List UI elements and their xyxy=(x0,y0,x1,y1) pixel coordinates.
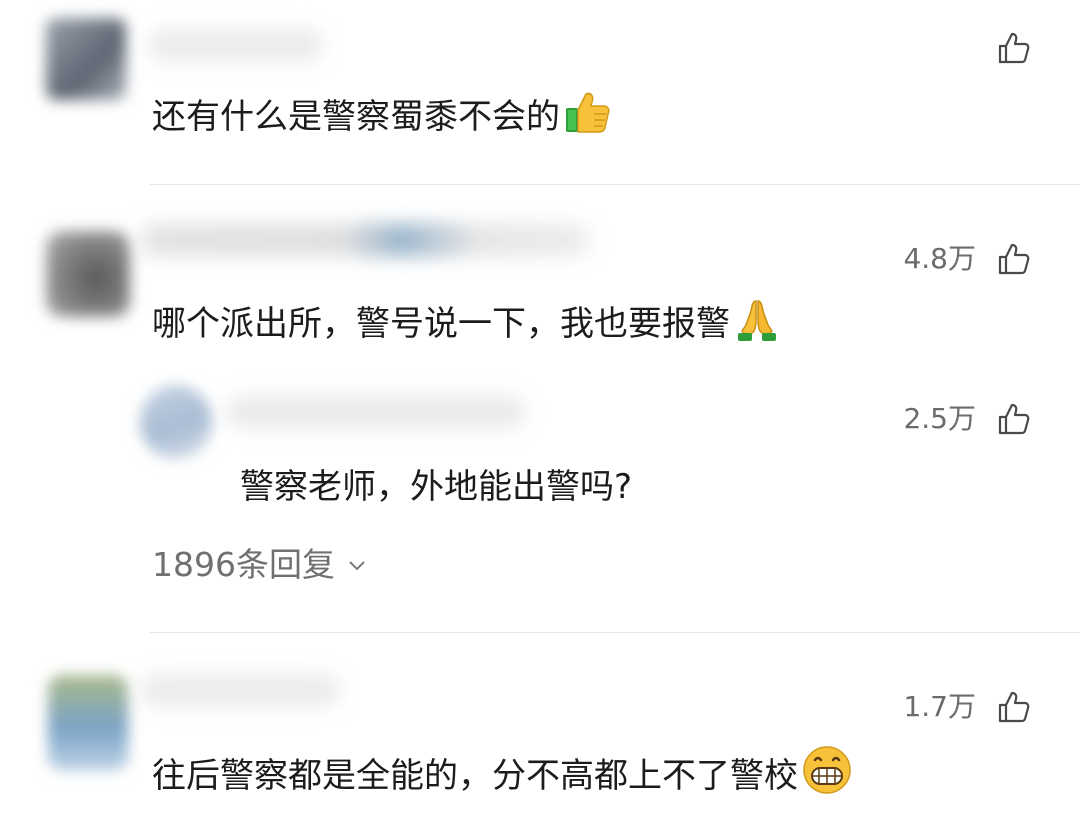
view-replies-button[interactable]: 1896条回复 xyxy=(152,545,369,585)
like-area[interactable]: 4.8万 xyxy=(903,241,1032,277)
thumbs-up-icon[interactable] xyxy=(996,401,1032,437)
like-count: 2.5万 xyxy=(903,402,976,435)
thumbs-up-icon[interactable] xyxy=(996,30,1032,66)
grinning-face-emoji xyxy=(802,745,852,806)
comment-text: 哪个派出所，警号说一下，我也要报警 xyxy=(152,297,780,354)
username[interactable] xyxy=(148,28,323,62)
username[interactable] xyxy=(140,673,340,707)
folded-hands-emoji xyxy=(734,297,780,354)
comment-text: 还有什么是警察蜀黍不会的 xyxy=(152,88,612,147)
username[interactable] xyxy=(140,223,590,257)
thumbs-up-icon[interactable] xyxy=(996,241,1032,277)
reply-count: 1896条回复 xyxy=(152,545,335,584)
comment-1: 还有什么是警察蜀黍不会的 xyxy=(0,0,1080,184)
thumbs-up-icon[interactable] xyxy=(996,689,1032,725)
comment-2: 4.8万 哪个派出所，警号说一下，我也要报警 2.5万 警察老师，外地能出警吗?… xyxy=(0,185,1080,632)
comment-3: 1.7万 往后警察都是全能的，分不高都上不了警校 xyxy=(0,633,1080,838)
avatar[interactable] xyxy=(46,18,126,100)
avatar[interactable] xyxy=(48,675,128,771)
reply-text: 警察老师，外地能出警吗? xyxy=(240,467,633,507)
chevron-down-icon xyxy=(349,561,365,571)
like-area[interactable] xyxy=(976,30,1032,66)
reply-avatar[interactable] xyxy=(140,385,212,459)
comment-text: 往后警察都是全能的，分不高都上不了警校 xyxy=(152,745,852,806)
like-area[interactable]: 1.7万 xyxy=(903,689,1032,725)
thumbs-up-emoji xyxy=(564,88,612,147)
reply-username[interactable] xyxy=(226,395,526,429)
avatar[interactable] xyxy=(46,231,130,317)
reply-like-area[interactable]: 2.5万 xyxy=(903,401,1032,437)
like-count: 4.8万 xyxy=(903,242,976,275)
like-count: 1.7万 xyxy=(903,690,976,723)
